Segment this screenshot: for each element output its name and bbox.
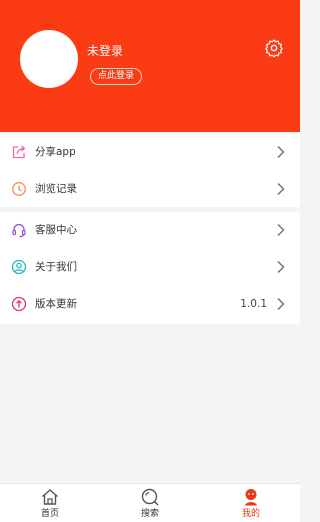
profile-header: 未登录 点此登录 [0,0,300,132]
chevron-right-icon [277,145,285,159]
menu-item-label: 分享app [35,146,76,158]
menu-group-2: 客服中心 关于我们 版本更新 1.0.1 [0,212,300,324]
upload-circle-icon [11,296,27,312]
chevron-right-icon [277,223,285,237]
menu-item-history[interactable]: 浏览记录 [0,171,300,208]
chevron-right-icon [277,260,285,274]
search-icon [141,488,159,506]
chevron-right-icon [277,182,285,196]
nav-item-home[interactable]: 首页 [20,484,80,522]
menu-item-label: 关于我们 [35,261,77,273]
menu-item-label: 版本更新 [35,298,77,310]
nav-item-mine[interactable]: 我的 [221,484,281,522]
bottom-nav: 首页 搜索 我的 [0,483,300,522]
chevron-right-icon [277,297,285,311]
menu-group-1: 分享app 浏览记录 [0,134,300,207]
user-icon [245,489,257,506]
nav-label: 首页 [40,509,59,519]
login-button[interactable]: 点此登录 [90,68,142,85]
user-circle-icon [11,259,27,275]
menu-item-label: 客服中心 [35,224,77,236]
menu-item-version[interactable]: 版本更新 1.0.1 [0,286,300,323]
avatar[interactable] [20,30,78,88]
nav-item-search[interactable]: 搜索 [120,484,180,522]
home-icon [42,489,58,505]
headset-icon [12,223,26,238]
nav-label: 我的 [241,509,260,519]
nav-label: 搜索 [140,509,159,519]
menu-item-about[interactable]: 关于我们 [0,249,300,286]
menu-item-label: 浏览记录 [35,183,77,195]
menu-item-share[interactable]: 分享app [0,134,300,171]
gear-icon[interactable] [264,38,284,58]
username: 未登录 [87,44,124,58]
version-number: 1.0.1 [240,298,267,310]
share-icon [12,145,26,159]
clock-icon [12,182,26,196]
menu-item-support[interactable]: 客服中心 [0,212,300,249]
